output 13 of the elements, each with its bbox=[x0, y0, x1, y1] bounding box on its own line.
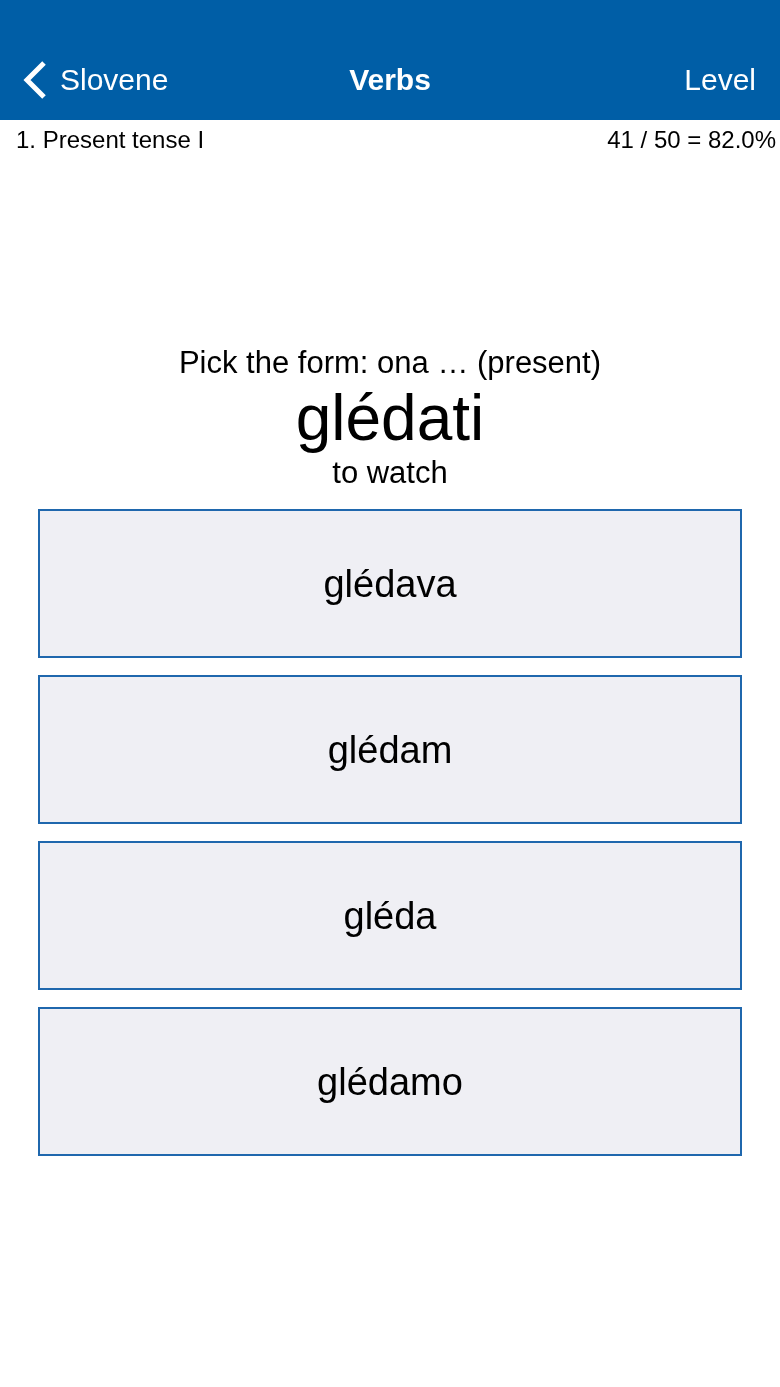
question-prompt: Pick the form: ona … (present) bbox=[178, 344, 602, 382]
screen-title: Verbs bbox=[349, 65, 431, 95]
answer-option[interactable]: gléda bbox=[38, 841, 742, 990]
verb-word: glédati bbox=[295, 382, 485, 454]
back-chevron-icon bbox=[22, 60, 48, 100]
back-button[interactable]: Slovene bbox=[0, 60, 169, 100]
lesson-title: 1. Present tense I bbox=[16, 128, 205, 152]
answer-option[interactable]: glédam bbox=[38, 675, 742, 824]
verb-translation: to watch bbox=[332, 454, 448, 492]
answer-option[interactable]: glédamo bbox=[38, 1007, 742, 1156]
level-button[interactable]: Level bbox=[684, 65, 780, 95]
answer-option[interactable]: glédava bbox=[38, 509, 742, 658]
score-text: 41 / 50 = 82.0% bbox=[607, 128, 776, 152]
